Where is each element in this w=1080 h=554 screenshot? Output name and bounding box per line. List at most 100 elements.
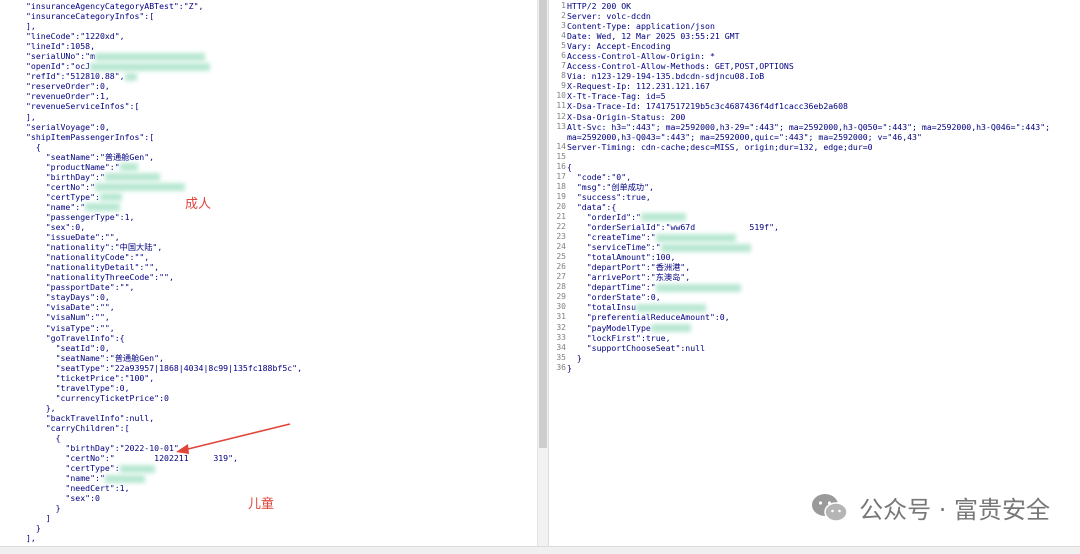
- request-line-text: "lineCode":"1220xd",: [26, 31, 125, 42]
- response-line-text: {: [567, 161, 572, 172]
- request-line-text: }: [26, 523, 41, 534]
- response-line-text: "msg":"创单成功",: [567, 181, 654, 192]
- request-line-text: "reserveOrder":0,: [26, 81, 110, 92]
- line-number: 8: [561, 71, 566, 81]
- request-line: },: [26, 403, 302, 413]
- request-line-text: "certType":: [26, 463, 120, 474]
- response-line: "data":{: [567, 202, 1050, 212]
- redaction-blur: [95, 183, 186, 192]
- response-line-text: "preferentialReduceAmount":0,: [567, 312, 730, 323]
- request-line-text: {: [26, 433, 61, 444]
- request-line-text: "visaNum":"",: [26, 312, 110, 323]
- response-line: Server-Timing: cdn-cache;desc=MISS, orig…: [567, 142, 1050, 152]
- response-line-text: "supportChooseSeat":null: [567, 342, 706, 353]
- request-line-text: {: [26, 141, 41, 152]
- response-line-text: ma=2592000,h3-Q043=":443"; ma=2592000,qu…: [567, 131, 922, 142]
- line-number: 18: [556, 181, 566, 191]
- request-line-text: "birthDay":"2022-10-01",: [26, 443, 184, 454]
- response-line: [567, 152, 1050, 162]
- response-line-text: Via: n123-129-194-135.bdcdn-sdjncu08.IoB: [567, 71, 765, 82]
- line-number: 6: [561, 51, 566, 61]
- request-line: "serialVoyage":0,: [26, 122, 302, 132]
- redaction-blur: [119, 163, 138, 172]
- response-line-text: "arrivePort":"东澳岛",: [567, 272, 691, 283]
- response-line: Server: volc-dcdn: [567, 11, 1050, 21]
- response-line: X-Tt-Trace-Tag: id=5: [567, 91, 1050, 101]
- request-scrollbar[interactable]: [537, 0, 548, 553]
- request-line: "needCert":1,: [26, 483, 302, 493]
- response-line-text: "serviceTime":": [567, 242, 661, 253]
- request-line: ]: [26, 513, 302, 523]
- response-line-text: HTTP/2 200 OK: [567, 1, 632, 11]
- request-line-text: "seatType":"22a93957|1868|4034|8c99|135f…: [26, 362, 303, 373]
- request-line: "stayDays":0,: [26, 292, 302, 302]
- request-line: "nationality":"中国大陆",: [26, 242, 302, 252]
- response-line-text: Content-Type: application/json: [567, 21, 715, 32]
- request-line-text: "nationalityDetail":"",: [26, 262, 160, 273]
- request-line: "lineId":1058,: [26, 41, 302, 51]
- request-line: "openId":"ocJ: [26, 61, 302, 71]
- response-line: "totalAmount":100,: [567, 252, 1050, 262]
- response-line: HTTP/2 200 OK: [567, 1, 1050, 11]
- request-line: "issueDate":"",: [26, 232, 302, 242]
- response-line-text: X-Request-Ip: 112.231.121.167: [567, 81, 710, 92]
- response-line-text: Vary: Accept-Encoding: [567, 41, 671, 52]
- line-number: 27: [556, 272, 566, 282]
- request-line-text: "sex":0,: [26, 222, 86, 233]
- watermark: 公众号 · 富贵安全: [811, 490, 1050, 525]
- response-pane: 1 2 3 4 5 6 7 8 9 10 11 12 13 14 15 16 17 18 19 20 21 22 23 24…: [550, 0, 1080, 553]
- request-line: "name":": [26, 202, 302, 212]
- request-line: "visaDate":"",: [26, 302, 302, 312]
- request-body-pane: "insuranceAgencyCategoryABTest":"Z", "ins…: [0, 0, 549, 553]
- response-line-text: X-Dsa-Trace-Id: 17417517219b5c3c4687436f…: [567, 101, 848, 112]
- request-line: "name":": [26, 473, 302, 483]
- response-line-text: "totalInsu: [567, 302, 637, 313]
- request-line: "goTravelInfo":{: [26, 333, 302, 343]
- request-line: "nationalityDetail":"",: [26, 262, 302, 272]
- request-line-text: ],: [26, 21, 36, 32]
- request-line: "visaType":"",: [26, 323, 302, 333]
- line-number: 23: [556, 232, 566, 242]
- response-line-text: Date: Wed, 12 Mar 2025 03:55:21 GMT: [567, 31, 740, 42]
- request-line: "seatName":"普通舱Gen",: [26, 152, 302, 162]
- request-line-text: },: [26, 402, 56, 413]
- response-line: "msg":"创单成功",: [567, 182, 1050, 192]
- response-line-text: "departPort":"香洲港",: [567, 262, 691, 273]
- request-line-text: "sex":0: [26, 493, 100, 504]
- request-scrollbar-thumb[interactable]: [539, 0, 547, 448]
- request-line-text: "lineId":1058,: [26, 41, 96, 52]
- request-line: "currencyTicketPrice":0: [26, 393, 302, 403]
- wechat-icon: [812, 493, 848, 522]
- request-line-text: "seatId":0,: [26, 342, 110, 353]
- request-line: "insuranceAgencyCategoryABTest":"Z",: [26, 1, 302, 11]
- response-line: X-Dsa-Origin-Status: 200: [567, 112, 1050, 122]
- request-line-text: "seatName":"普通舱Gen",: [26, 151, 155, 162]
- response-line: "createTime":": [567, 232, 1050, 242]
- response-line-text: "createTime":": [567, 232, 656, 243]
- response-line: "orderId":": [567, 212, 1050, 222]
- response-line-text: Server-Timing: cdn-cache;desc=MISS, orig…: [567, 141, 873, 152]
- response-line-numbers: 1 2 3 4 5 6 7 8 9 10 11 12 13 14 15 16 17 18 19 20 21 22 23 24…: [550, 1, 566, 373]
- request-line: "lineCode":"1220xd",: [26, 31, 302, 41]
- request-line-text: "visaDate":"",: [26, 302, 115, 313]
- response-code: HTTP/2 200 OK Server: volc-dcdn Content-Ty…: [567, 1, 1050, 373]
- request-line-text: "passportDate":"",: [26, 282, 135, 293]
- response-line: Alt-Svc: h3=":443"; ma=2592000,h3-29=":4…: [567, 122, 1050, 132]
- response-line-text: Server: volc-dcdn: [567, 11, 651, 22]
- response-line: "code":"0",: [567, 172, 1050, 182]
- request-line: "revenueOrder":1,: [26, 91, 302, 101]
- adult-annotation: 成人: [185, 197, 212, 212]
- request-line-text: "visaType":"",: [26, 322, 115, 333]
- line-number: 21: [556, 211, 566, 221]
- response-line-text: "code":"0",: [567, 171, 632, 182]
- request-line-text: "ticketPrice":"100",: [26, 372, 155, 383]
- response-line-text: [567, 152, 572, 162]
- response-line: "totalInsu: [567, 302, 1050, 312]
- line-number: 4: [561, 31, 566, 41]
- redaction-blur: [650, 324, 691, 332]
- child-annotation: 儿童: [248, 497, 275, 512]
- line-number: 29: [556, 292, 566, 302]
- request-line: "passportDate":"",: [26, 282, 302, 292]
- request-line-text: "serialUNo":"m: [26, 51, 96, 62]
- request-line-text: "openId":"ocJ: [26, 61, 91, 72]
